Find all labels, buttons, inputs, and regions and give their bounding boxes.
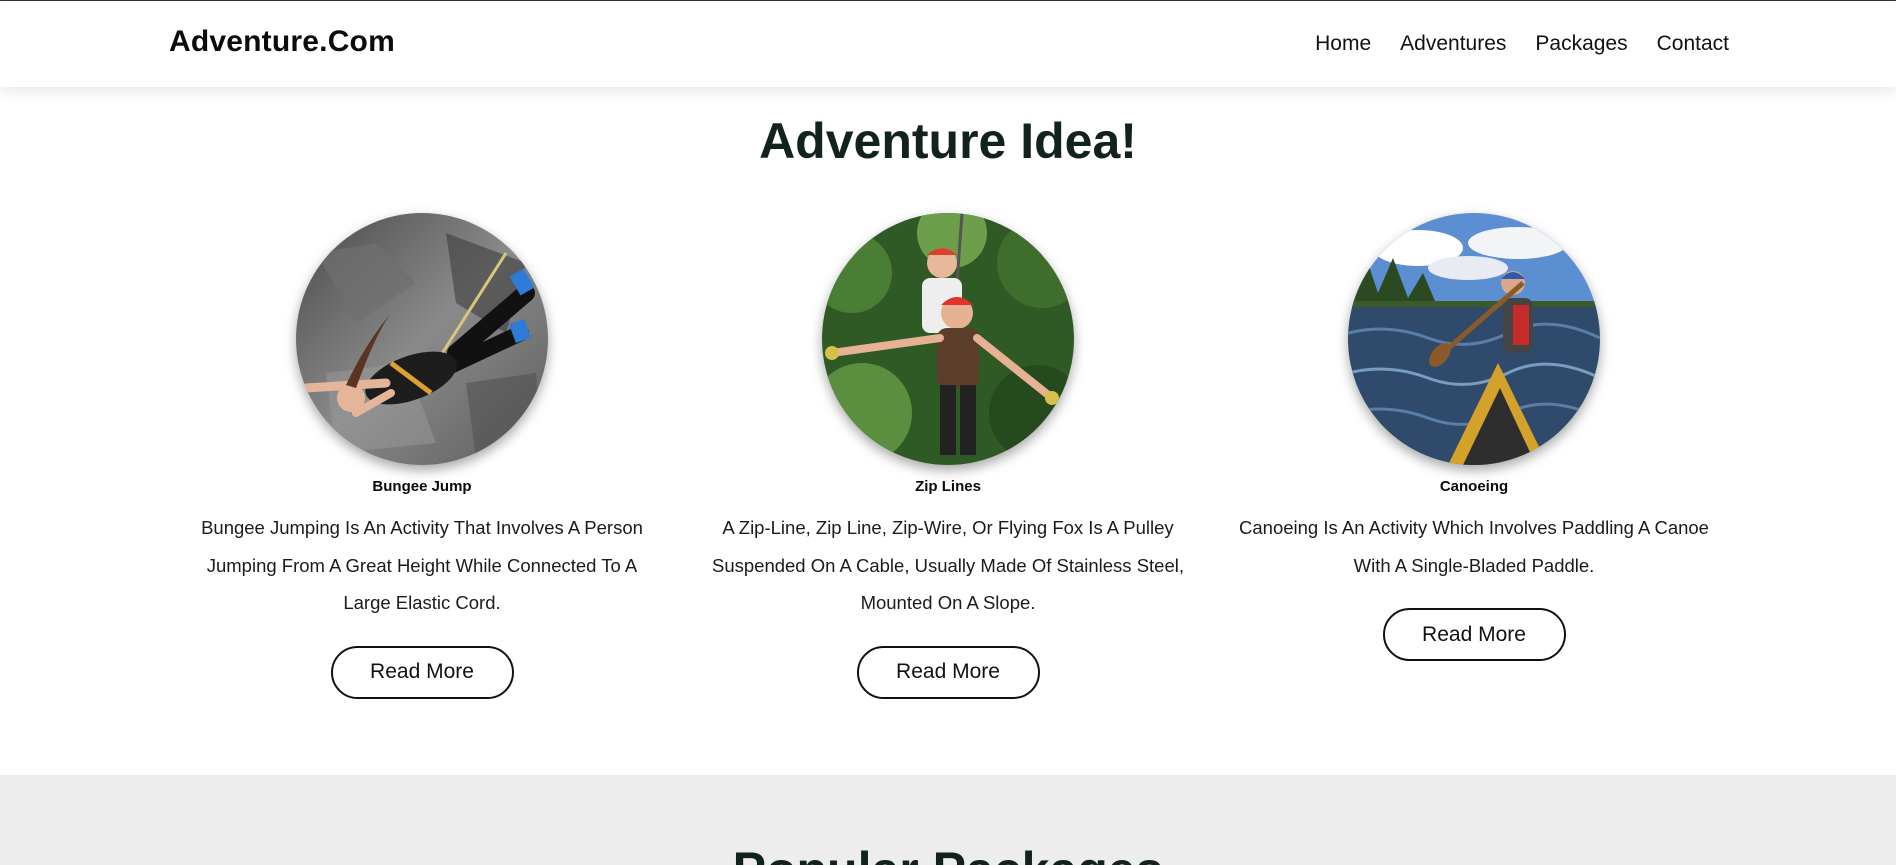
- read-more-button[interactable]: Read More: [1382, 608, 1566, 661]
- read-more-button[interactable]: Read More: [856, 645, 1040, 699]
- card-description: Bungee Jumping Is An Activity That Invol…: [201, 517, 643, 613]
- nav-home-link[interactable]: Home: [1315, 32, 1371, 56]
- card-title: Zip Lines: [915, 478, 981, 495]
- card-title: Canoeing: [1439, 478, 1509, 495]
- nav-contact-link[interactable]: Contact: [1657, 32, 1729, 56]
- card-title: Bungee Jump: [372, 478, 472, 495]
- popular-packages-section: Popular Packages: [0, 775, 1896, 865]
- site-logo[interactable]: Adventure.Com: [169, 25, 395, 59]
- zip-line-photo: [822, 213, 1074, 465]
- nav-packages-link[interactable]: Packages: [1535, 32, 1627, 56]
- nav-adventures-link[interactable]: Adventures: [1400, 32, 1506, 56]
- adventure-card-bungee: Bungee Jump Bungee Jumping Is An Activit…: [172, 213, 672, 699]
- card-description: Canoeing Is An Activity Which Involves P…: [1239, 517, 1709, 576]
- navbar: Adventure.Com Home Adventures Packages C…: [0, 1, 1896, 87]
- read-more-button[interactable]: Read More: [330, 645, 514, 699]
- popular-packages-heading: Popular Packages: [0, 841, 1896, 865]
- canoeing-photo: [1348, 213, 1600, 465]
- adventure-idea-heading: Adventure Idea!: [759, 113, 1137, 169]
- nav-links: Home Adventures Packages Contact: [1315, 32, 1729, 56]
- bungee-jump-photo: [296, 213, 548, 465]
- adventure-card-zipline: Zip Lines A Zip-Line, Zip Line, Zip-Wire…: [698, 213, 1198, 699]
- card-description: A Zip-Line, Zip Line, Zip-Wire, Or Flyin…: [711, 517, 1185, 613]
- adventure-card-canoeing: Canoeing Canoeing Is An Activity Which I…: [1224, 213, 1724, 661]
